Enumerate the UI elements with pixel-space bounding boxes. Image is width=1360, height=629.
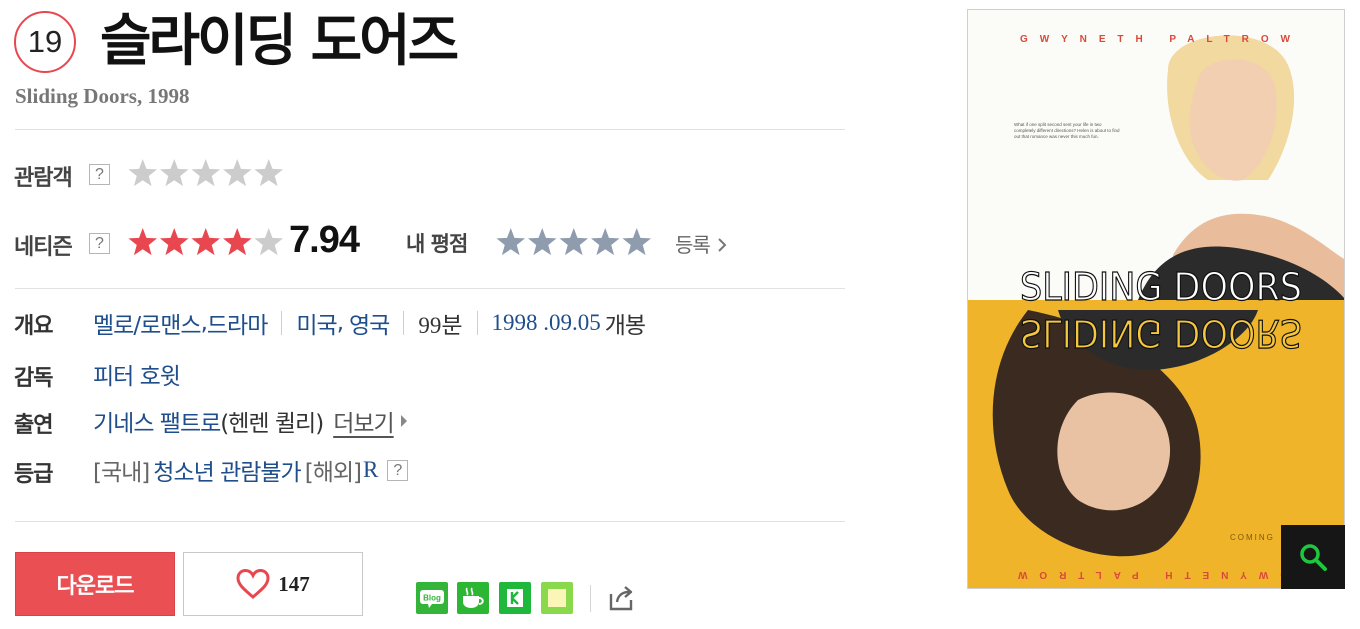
grade-overseas-prefix: [해외] [304, 460, 362, 486]
overview-label: 개요 [14, 314, 53, 339]
netizen-star-4-icon [222, 228, 252, 256]
like-button[interactable]: 147 [183, 552, 363, 616]
coffee-cup-icon [463, 587, 484, 608]
audience-rating-label: 관람객 [14, 166, 73, 191]
netizen-star-1-icon [128, 228, 158, 256]
age-rating-badge: 19 [14, 11, 76, 73]
netizen-star-2-icon [159, 228, 189, 256]
genre-link-romance[interactable]: 멜로/로맨스 [93, 306, 202, 340]
country-link-uk[interactable]: 영국 [349, 306, 390, 340]
divider [15, 288, 845, 289]
svg-text:COMING: COMING [1230, 533, 1275, 542]
audience-star-4-icon [222, 159, 252, 187]
register-label: 등록 [675, 233, 711, 257]
cast-role: (헨렌 퀼리) [220, 411, 324, 437]
netizen-score: 7.94 [289, 219, 360, 261]
country-separator: , [336, 310, 344, 336]
grade-row: [국내] 청소년 관람불가 [해외] R ? [93, 453, 409, 487]
separator [281, 311, 283, 335]
audience-star-1-icon [128, 159, 158, 187]
director-row: 피터 호윗 [93, 357, 181, 391]
cast-more-link[interactable]: 더보기 [333, 404, 394, 438]
poster-tagline: What if one split second sent your life … [1014, 122, 1120, 139]
heart-icon [236, 569, 270, 599]
bookmark-k-icon [507, 589, 523, 607]
my-rating-star-5-icon[interactable] [622, 228, 652, 256]
like-count: 147 [278, 571, 310, 596]
divider [15, 521, 845, 522]
movie-poster[interactable]: SLIDING DOORS SLIDING DOORS GWYNETH PALT… [967, 9, 1345, 589]
my-rating-star-1-icon[interactable] [496, 228, 526, 256]
svg-text:SLIDING DOORS: SLIDING DOORS [1020, 265, 1302, 309]
movie-title: 슬라이딩 도어즈 [100, 9, 459, 74]
svg-text:SLIDING DOORS: SLIDING DOORS [1020, 311, 1302, 355]
triangle-right-icon [400, 415, 407, 427]
movie-subtitle: Sliding Doors, 1998 [15, 84, 190, 108]
audience-star-rating [127, 157, 285, 191]
director-link[interactable]: 피터 호윗 [93, 357, 181, 391]
poster-artwork: SLIDING DOORS SLIDING DOORS GWYNETH PALT… [968, 10, 1344, 588]
release-date-link[interactable]: 1998 .09.05 [492, 310, 601, 336]
grade-domestic-link[interactable]: 청소년 관람불가 [153, 453, 301, 487]
netizen-star-rating [127, 226, 285, 260]
my-rating-star-3-icon[interactable] [559, 228, 589, 256]
release-suffix: 개봉 [604, 313, 646, 339]
share-arrow-icon [609, 586, 633, 611]
audience-star-5-icon [254, 159, 284, 187]
external-share-icon[interactable] [605, 582, 637, 614]
grade-label: 등급 [14, 462, 53, 487]
my-rating-star-4-icon[interactable] [590, 228, 620, 256]
chevron-right-icon [718, 238, 727, 252]
audience-star-2-icon [159, 159, 189, 187]
runtime: 99분 [418, 313, 463, 338]
svg-text:Blog: Blog [423, 594, 441, 603]
separator [476, 311, 478, 335]
audience-star-3-icon [191, 159, 221, 187]
netizen-star-5-icon [254, 228, 284, 256]
cast-label: 출연 [14, 413, 53, 438]
netizen-help-icon[interactable]: ? [89, 233, 110, 254]
my-rating-label: 내 평점 [406, 232, 468, 256]
country-link-usa[interactable]: 미국 [296, 306, 337, 340]
my-star-rating[interactable] [495, 226, 653, 260]
download-label: 다운로드 [56, 574, 135, 599]
kakao-share-icon[interactable] [499, 582, 531, 614]
grade-domestic-prefix: [국내] [93, 460, 150, 486]
memo-share-icon[interactable] [541, 582, 573, 614]
share-divider [590, 585, 591, 612]
grade-overseas-link[interactable]: R [363, 457, 378, 483]
audience-help-icon[interactable]: ? [89, 164, 110, 185]
memo-note-icon [548, 589, 566, 607]
netizen-stars [128, 228, 284, 256]
blog-speech-bubble-icon: Blog [420, 590, 444, 608]
netizen-rating-label: 네티즌 [14, 235, 73, 260]
download-button[interactable]: 다운로드 [15, 552, 175, 616]
director-label: 감독 [14, 366, 53, 391]
poster-zoom-button[interactable] [1281, 525, 1345, 589]
audience-stars [128, 159, 284, 187]
magnifier-icon [1300, 544, 1327, 571]
genre-link-drama[interactable]: 드라마 [207, 306, 268, 340]
cafe-share-icon[interactable] [457, 582, 489, 614]
cast-link[interactable]: 기네스 팰트로 [93, 404, 221, 438]
cast-row: 기네스 팰트로 (헨렌 퀼리) 더보기 [93, 405, 407, 437]
overview-row: 멜로/로맨스 , 드라마 미국 , 영국 99분 1998 .09.05 개봉 [93, 306, 646, 340]
my-rating-stars [496, 228, 652, 256]
register-rating-link[interactable]: 등록 [675, 229, 727, 258]
my-rating-star-2-icon[interactable] [527, 228, 557, 256]
grade-help-icon[interactable]: ? [387, 459, 409, 481]
divider [15, 129, 845, 130]
separator [403, 311, 405, 335]
netizen-star-3-icon [191, 228, 221, 256]
blog-share-icon[interactable]: Blog [416, 582, 448, 614]
